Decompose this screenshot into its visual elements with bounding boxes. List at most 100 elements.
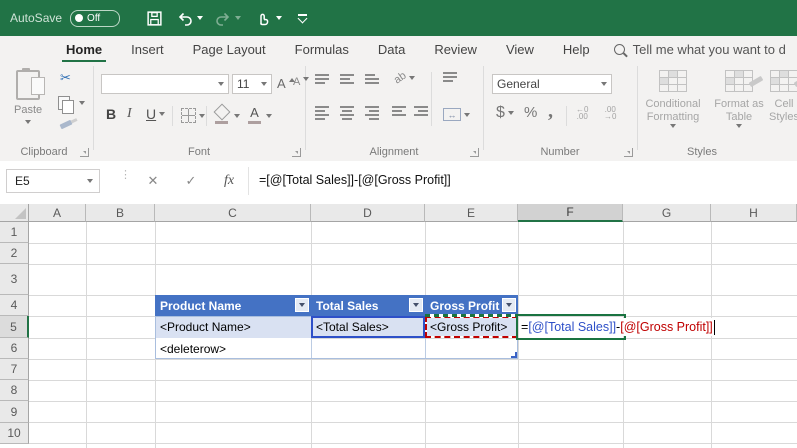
row-header-4[interactable]: 4 <box>0 295 29 316</box>
tab-view[interactable]: View <box>506 42 534 57</box>
tab-data[interactable]: Data <box>378 42 405 57</box>
clipboard-dialog-launcher[interactable] <box>80 148 89 157</box>
filter-dropdown-button[interactable] <box>295 298 309 312</box>
cell-styles-label: Cell Styles <box>769 98 797 123</box>
enter-button[interactable]: ✓ <box>178 169 204 193</box>
paste-button[interactable]: Paste <box>14 68 46 124</box>
font-size-combobox[interactable]: 11 <box>232 74 272 94</box>
cell-f5-formula-editor[interactable]: = [@[Total Sales]] - [@[Gross Profit]] <box>521 318 716 336</box>
alignment-dialog-launcher[interactable] <box>470 148 479 157</box>
touch-mode-dropdown-icon[interactable] <box>276 16 283 20</box>
filter-dropdown-button[interactable] <box>409 298 423 312</box>
formula-bar-resize-handle[interactable]: ⋮ <box>120 170 131 189</box>
cell-styles-button[interactable]: Cell Styles <box>764 70 797 124</box>
column-header-g[interactable]: G <box>623 204 711 222</box>
select-all-button[interactable] <box>0 204 29 222</box>
decrease-indent-button[interactable] <box>392 106 406 116</box>
formula-bar-input[interactable]: =[@[Total Sales]]-[@[Gross Profit]] <box>259 173 451 187</box>
separator <box>566 106 567 126</box>
decrease-font-size-button[interactable]: A <box>293 76 310 88</box>
borders-button[interactable] <box>181 108 205 123</box>
row-header-7[interactable]: 7 <box>0 359 29 380</box>
bold-icon: B <box>106 106 117 122</box>
toggle-dot-icon <box>75 14 84 22</box>
increase-indent-button[interactable] <box>414 106 428 116</box>
number-dialog-launcher[interactable] <box>624 148 633 157</box>
align-bottom-button[interactable] <box>365 74 379 84</box>
conditional-formatting-label: Conditional Formatting <box>645 98 701 123</box>
decrease-decimal-button[interactable]: .00 →0 <box>604 105 617 121</box>
align-middle-button[interactable] <box>340 74 354 84</box>
fill-color-button[interactable] <box>213 103 230 124</box>
table-resize-handle[interactable] <box>511 352 517 358</box>
underline-button[interactable]: U <box>146 106 166 122</box>
align-center-button[interactable] <box>340 106 354 120</box>
row-header-3[interactable]: 3 <box>0 264 29 295</box>
row-header-1[interactable]: 1 <box>0 222 29 243</box>
number-format-combobox[interactable]: General <box>492 74 612 94</box>
format-as-table-button[interactable]: Format as Table <box>706 70 772 128</box>
increase-decimal-button[interactable]: ←0.00 <box>576 106 588 121</box>
align-right-button[interactable] <box>365 106 379 120</box>
merge-center-button[interactable]: ↔ <box>443 108 470 121</box>
customize-quick-access-toolbar-button[interactable] <box>297 13 308 24</box>
table-header-product-name[interactable]: Product Name <box>155 295 311 316</box>
format-painter-button[interactable] <box>59 119 73 130</box>
tab-formulas[interactable]: Formulas <box>295 42 349 57</box>
row-header-8[interactable]: 8 <box>0 380 29 401</box>
autosave-toggle[interactable]: Off <box>70 9 121 27</box>
tab-insert[interactable]: Insert <box>131 42 164 57</box>
redo-dropdown-icon[interactable] <box>235 16 242 20</box>
copy-button[interactable] <box>58 96 85 114</box>
row-header-2[interactable]: 2 <box>0 243 29 264</box>
column-header-h[interactable]: H <box>711 204 797 222</box>
wrap-text-button[interactable] <box>443 72 457 82</box>
insert-function-button[interactable]: fx <box>216 169 242 193</box>
cell-c6[interactable]: <deleterow> <box>155 338 311 359</box>
filter-dropdown-button[interactable] <box>502 298 516 312</box>
percent-style-button[interactable]: % <box>524 104 537 121</box>
tab-help[interactable]: Help <box>563 42 590 57</box>
italic-button[interactable]: I <box>127 106 132 122</box>
column-header-e[interactable]: E <box>425 204 518 222</box>
row-header-5[interactable]: 5 <box>0 316 29 338</box>
font-color-dropdown-icon[interactable] <box>266 114 272 118</box>
cell-c5[interactable]: <Product Name> <box>155 316 311 338</box>
cut-button[interactable]: ✂ <box>60 70 71 86</box>
touch-mouse-mode-button[interactable] <box>255 10 271 27</box>
conditional-formatting-button[interactable]: Conditional Formatting <box>640 70 706 128</box>
font-color-button[interactable]: A <box>248 105 261 124</box>
column-header-f[interactable]: F <box>518 204 623 222</box>
orientation-button[interactable]: ab <box>392 70 416 86</box>
align-top-button[interactable] <box>315 74 329 84</box>
table-header-total-sales[interactable]: Total Sales <box>311 295 425 316</box>
table-header-gross-profit[interactable]: Gross Profit <box>425 295 518 316</box>
cancel-button[interactable]: ✕ <box>140 169 166 193</box>
column-header-c[interactable]: C <box>155 204 311 222</box>
column-header-b[interactable]: B <box>86 204 155 222</box>
name-box[interactable]: E5 <box>6 169 100 193</box>
autosave-label: AutoSave <box>10 11 63 25</box>
column-header-a[interactable]: A <box>29 204 86 222</box>
bold-button[interactable]: B <box>106 106 116 122</box>
font-name-combobox[interactable] <box>101 74 229 94</box>
select-all-icon <box>15 208 26 219</box>
row-header-6[interactable]: 6 <box>0 338 29 359</box>
tab-home[interactable]: Home <box>61 42 107 63</box>
undo-button[interactable] <box>177 10 193 26</box>
undo-dropdown-icon[interactable] <box>197 16 204 20</box>
tell-me-search[interactable]: Tell me what you want to d <box>613 42 786 57</box>
column-header-d[interactable]: D <box>311 204 425 222</box>
redo-button[interactable] <box>215 10 231 26</box>
tab-page-layout[interactable]: Page Layout <box>193 42 266 57</box>
row-header-9[interactable]: 9 <box>0 401 29 423</box>
decrease-decimal-icon: .00 →0 <box>604 105 617 121</box>
accounting-format-button[interactable]: $ <box>496 104 514 122</box>
tab-review[interactable]: Review <box>434 42 477 57</box>
align-left-button[interactable] <box>315 106 329 120</box>
row-header-10[interactable]: 10 <box>0 423 29 444</box>
save-button[interactable] <box>146 10 163 27</box>
font-dialog-launcher[interactable] <box>292 148 301 157</box>
comma-style-button[interactable]: , <box>548 100 553 123</box>
fill-color-dropdown-icon[interactable] <box>234 114 240 118</box>
